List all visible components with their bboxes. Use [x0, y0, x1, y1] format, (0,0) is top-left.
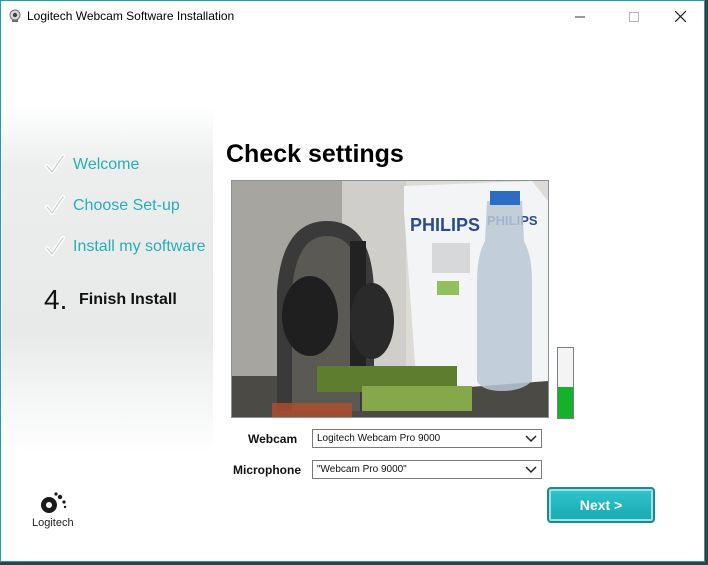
step-welcome: Welcome: [44, 153, 139, 177]
step-finish-install: 4. Finish Install: [44, 284, 177, 316]
steps-sidebar: Welcome Choose Set-up Install my softwar…: [2, 105, 213, 455]
step-label: Choose Set-up: [73, 197, 180, 214]
chevron-down-icon: [525, 435, 537, 443]
logo-text: Logitech: [32, 517, 74, 529]
microphone-level-meter: [557, 347, 574, 419]
microphone-select-value: "Webcam Pro 9000": [317, 464, 407, 475]
microphone-select[interactable]: "Webcam Pro 9000": [312, 460, 542, 479]
step-label: Install my software: [73, 238, 206, 255]
webcam-select[interactable]: Logitech Webcam Pro 9000: [312, 429, 542, 448]
checkmark-icon: [45, 195, 65, 215]
logitech-logo: Logitech: [29, 491, 83, 531]
close-button[interactable]: [657, 1, 703, 32]
step-number: 4.: [44, 284, 68, 315]
checkmark-icon: [45, 154, 65, 174]
maximize-icon: [629, 11, 639, 22]
webcam-preview-image: PHILIPS PHILIPS: [232, 181, 548, 417]
installer-window: Logitech Webcam Software Installation We…: [0, 0, 705, 562]
webcam-app-icon: [9, 9, 21, 22]
page-title: Check settings: [226, 140, 404, 168]
webcam-label: Webcam: [248, 432, 298, 446]
webcam-preview: PHILIPS PHILIPS: [231, 180, 549, 418]
logitech-logo-icon: [41, 492, 67, 513]
microphone-level-fill: [558, 386, 573, 418]
step-choose-setup: Choose Set-up: [44, 194, 180, 218]
maximize-button[interactable]: [611, 1, 657, 32]
svg-text:PHILIPS: PHILIPS: [410, 215, 480, 235]
step-label: Welcome: [73, 156, 140, 173]
next-button[interactable]: Next >: [547, 487, 655, 523]
minimize-button[interactable]: [557, 1, 603, 32]
close-icon: [674, 11, 686, 22]
minimize-icon: [575, 16, 585, 17]
step-install-software: Install my software: [44, 235, 205, 259]
step-label-current: Finish Install: [79, 291, 177, 308]
chevron-down-icon: [525, 466, 537, 474]
checkmark-icon: [45, 236, 65, 256]
microphone-label: Microphone: [233, 463, 301, 477]
title-bar: Logitech Webcam Software Installation: [1, 1, 704, 32]
webcam-select-value: Logitech Webcam Pro 9000: [317, 433, 441, 444]
window-title: Logitech Webcam Software Installation: [27, 9, 235, 23]
